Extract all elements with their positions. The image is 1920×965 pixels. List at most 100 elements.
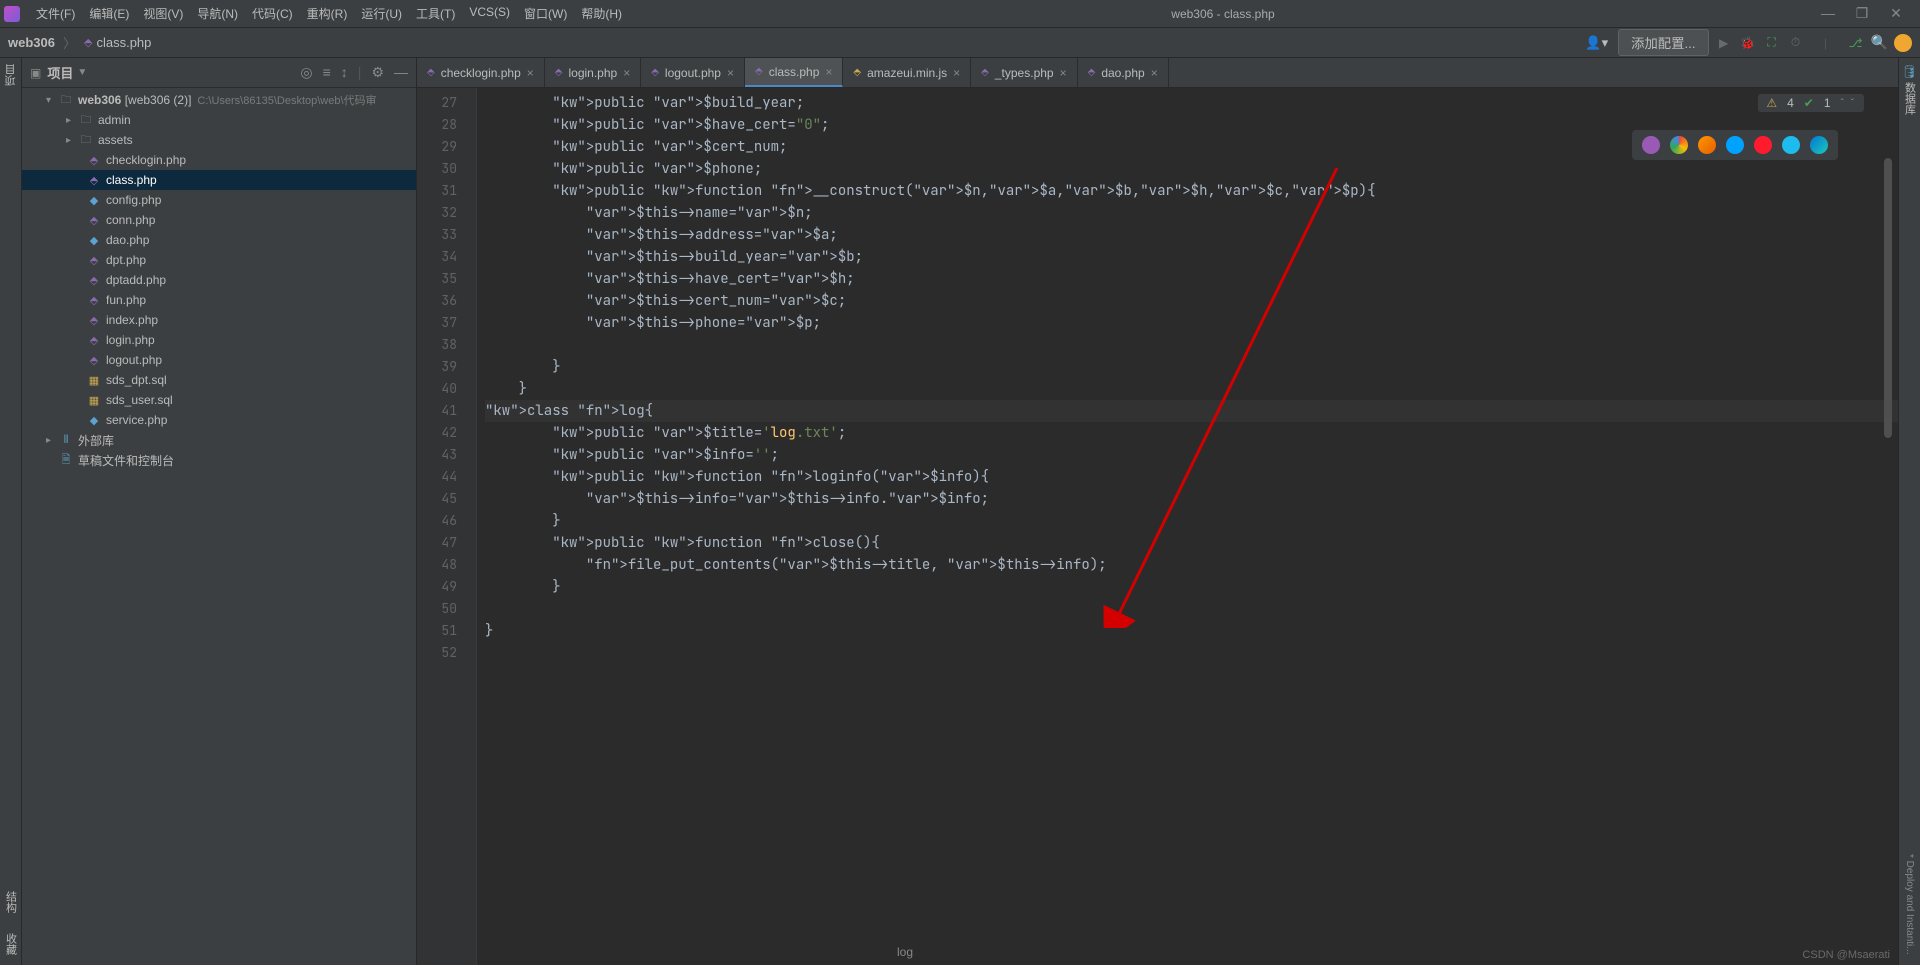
- code-line-35[interactable]: "var">$this->have_cert="var">$h;: [485, 268, 1898, 290]
- code-line-48[interactable]: "fn">file_put_contents("var">$this->titl…: [485, 554, 1898, 576]
- tree-file-index[interactable]: ⬘index.php: [22, 310, 416, 330]
- gear-icon[interactable]: ⚙: [371, 64, 384, 81]
- code-line-33[interactable]: "var">$this->address="var">$a;: [485, 224, 1898, 246]
- expand-icon[interactable]: ≡: [323, 64, 331, 81]
- code-area[interactable]: "kw">public "var">$build_year; "kw">publ…: [477, 88, 1898, 965]
- code-line-42[interactable]: "kw">public "var">$title='log.txt';: [485, 422, 1898, 444]
- code-line-39[interactable]: }: [485, 356, 1898, 378]
- menu-edit[interactable]: 编辑(E): [83, 2, 135, 25]
- code-line-51[interactable]: }: [485, 620, 1898, 642]
- browser-icons[interactable]: [1632, 130, 1838, 160]
- code-line-50[interactable]: [485, 598, 1898, 620]
- breadcrumb-project[interactable]: web306: [8, 35, 55, 50]
- add-config-button[interactable]: 添加配置...: [1618, 29, 1708, 56]
- code-line-44[interactable]: "kw">public "kw">function "fn">loginfo("…: [485, 466, 1898, 488]
- menu-navigate[interactable]: 导航(N): [191, 2, 244, 25]
- stripe-bookmarks[interactable]: 收藏: [3, 933, 19, 955]
- code-line-36[interactable]: "var">$this->cert_num="var">$c;: [485, 290, 1898, 312]
- close-tab-icon[interactable]: ×: [727, 66, 734, 80]
- tree-file-logout[interactable]: ⬘logout.php: [22, 350, 416, 370]
- chevron-down-icon[interactable]: ▼: [77, 67, 87, 78]
- tree-file-class[interactable]: ⬘class.php: [22, 170, 416, 190]
- breadcrumb-file[interactable]: class.php: [96, 35, 151, 50]
- collapse-icon[interactable]: ↕: [341, 64, 348, 81]
- database-icon[interactable]: 🛢: [1901, 64, 1918, 80]
- menu-code[interactable]: 代码(C): [246, 2, 299, 25]
- tab-logout-php[interactable]: ⬘logout.php×: [641, 58, 745, 87]
- tree-root[interactable]: ▾🗀 web306 [web306 (2)] C:\Users\86135\De…: [22, 90, 416, 110]
- editor-crumb[interactable]: log: [897, 945, 913, 959]
- firefox-icon[interactable]: [1698, 136, 1716, 154]
- tree-file-dao[interactable]: ◆dao.php: [22, 230, 416, 250]
- tab-class-php[interactable]: ⬘class.php×: [745, 58, 843, 87]
- chrome-icon[interactable]: [1670, 136, 1688, 154]
- tree-file-dpt[interactable]: ⬘dpt.php: [22, 250, 416, 270]
- maximize-button[interactable]: ❐: [1852, 5, 1872, 22]
- tab-dao-php[interactable]: ⬘dao.php×: [1078, 58, 1169, 87]
- close-tab-icon[interactable]: ×: [1151, 66, 1158, 80]
- tree-file-fun[interactable]: ⬘fun.php: [22, 290, 416, 310]
- menu-tools[interactable]: 工具(T): [410, 2, 461, 25]
- tree-file-sds-user[interactable]: ▦sds_user.sql: [22, 390, 416, 410]
- profile-icon[interactable]: ⏱: [1787, 34, 1805, 52]
- menu-window[interactable]: 窗口(W): [518, 2, 573, 25]
- tree-scratch[interactable]: 🗎草稿文件和控制台: [22, 450, 416, 470]
- tree-file-service[interactable]: ◆service.php: [22, 410, 416, 430]
- menu-refactor[interactable]: 重构(R): [301, 2, 354, 25]
- stripe-structure[interactable]: 结构: [3, 891, 19, 913]
- code-line-31[interactable]: "kw">public "kw">function "fn">__constru…: [485, 180, 1898, 202]
- tree-file-sds-dpt[interactable]: ▦sds_dpt.sql: [22, 370, 416, 390]
- menu-run[interactable]: 运行(U): [355, 2, 408, 25]
- ie-icon[interactable]: [1782, 136, 1800, 154]
- safari-icon[interactable]: [1726, 136, 1744, 154]
- code-line-27[interactable]: "kw">public "var">$build_year;: [485, 92, 1898, 114]
- code-line-37[interactable]: "var">$this->phone="var">$p;: [485, 312, 1898, 334]
- code-line-41[interactable]: "kw">class "fn">log{: [485, 400, 1898, 422]
- edge-icon[interactable]: [1810, 136, 1828, 154]
- user-icon[interactable]: 👤▾: [1581, 35, 1612, 51]
- code-line-30[interactable]: "kw">public "var">$phone;: [485, 158, 1898, 180]
- code-line-32[interactable]: "var">$this->name="var">$n;: [485, 202, 1898, 224]
- minimize-button[interactable]: —: [1818, 5, 1838, 22]
- tree-file-dptadd[interactable]: ⬘dptadd.php: [22, 270, 416, 290]
- scrollbar[interactable]: [1882, 118, 1892, 965]
- phpstorm-icon[interactable]: [1642, 136, 1660, 154]
- opera-icon[interactable]: [1754, 136, 1772, 154]
- debug-icon[interactable]: 🐞: [1739, 34, 1757, 52]
- menu-file[interactable]: 文件(F): [30, 2, 81, 25]
- tab-checklogin-php[interactable]: ⬘checklogin.php×: [417, 58, 545, 87]
- stripe-database[interactable]: 数据库: [1902, 82, 1918, 115]
- code-line-47[interactable]: "kw">public "kw">function "fn">close(){: [485, 532, 1898, 554]
- tree-file-conn[interactable]: ⬘conn.php: [22, 210, 416, 230]
- tree-file-config[interactable]: ◆config.php: [22, 190, 416, 210]
- stripe-project[interactable]: 项目: [3, 64, 19, 86]
- tree-file-login[interactable]: ⬘login.php: [22, 330, 416, 350]
- nav-arrows-icon[interactable]: ˆ ˇ: [1841, 98, 1856, 109]
- code-line-40[interactable]: }: [485, 378, 1898, 400]
- close-tab-icon[interactable]: ×: [527, 66, 534, 80]
- git-icon[interactable]: ⎇: [1847, 34, 1865, 52]
- coverage-icon[interactable]: ⛶: [1763, 34, 1781, 52]
- tree-folder-admin[interactable]: ▸🗀admin: [22, 110, 416, 130]
- search-icon[interactable]: 🔍: [1871, 34, 1888, 51]
- problems-badge[interactable]: ⚠4 ✔1 ˆ ˇ: [1758, 94, 1864, 112]
- tree-external-libs[interactable]: ▸⫴外部库: [22, 430, 416, 450]
- tab-login-php[interactable]: ⬘login.php×: [545, 58, 641, 87]
- tab-amazeui-min-js[interactable]: ⬘amazeui.min.js×: [843, 58, 971, 87]
- code-line-43[interactable]: "kw">public "var">$info='';: [485, 444, 1898, 466]
- code-line-46[interactable]: }: [485, 510, 1898, 532]
- close-tab-icon[interactable]: ×: [825, 65, 832, 79]
- code-line-49[interactable]: }: [485, 576, 1898, 598]
- menu-view[interactable]: 视图(V): [137, 2, 189, 25]
- menu-vcs[interactable]: VCS(S): [463, 2, 516, 25]
- close-button[interactable]: ✕: [1886, 5, 1906, 22]
- code-line-38[interactable]: [485, 334, 1898, 356]
- target-icon[interactable]: ◎: [300, 64, 312, 81]
- stripe-deploy[interactable]: * Deploy and Instanti...: [1904, 854, 1915, 965]
- run-icon[interactable]: ▶: [1715, 34, 1733, 52]
- code-line-45[interactable]: "var">$this->info="var">$this->info."var…: [485, 488, 1898, 510]
- tree-folder-assets[interactable]: ▸🗀assets: [22, 130, 416, 150]
- tab-_types-php[interactable]: ⬘_types.php×: [971, 58, 1077, 87]
- avatar[interactable]: [1894, 34, 1912, 52]
- hide-icon[interactable]: —: [394, 64, 408, 81]
